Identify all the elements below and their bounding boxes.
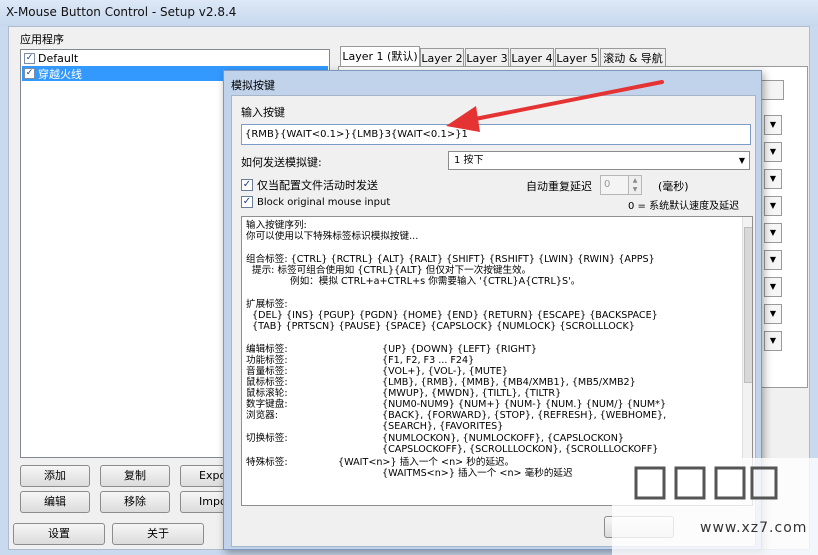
- remove-button[interactable]: 移除: [100, 491, 170, 513]
- add-button[interactable]: 添加: [20, 465, 90, 487]
- help-line: {UP} {DOWN} {LEFT} {RIGHT}: [382, 344, 538, 355]
- tab-layer-1[interactable]: Layer 1 (默认): [340, 46, 420, 68]
- checkbox-icon[interactable]: ✓: [24, 53, 35, 64]
- spinner-arrows-icon[interactable]: ▲ ▼: [628, 175, 642, 195]
- chevron-down-icon[interactable]: ▼: [764, 250, 782, 270]
- tab-scroll-nav[interactable]: 滚动 & 导航: [600, 48, 666, 68]
- only-active-checkbox[interactable]: ✓ 仅当配置文件活动时发送: [241, 177, 378, 193]
- input-keys-label: 输入按键: [241, 106, 285, 119]
- settings-button[interactable]: 设置: [13, 523, 105, 545]
- hidden-button-stub[interactable]: [760, 80, 784, 100]
- help-line: 扩展标签:: [246, 299, 288, 310]
- help-line: {MWUP}, {MWDN}, {TILTL}, {TILTR}: [382, 388, 562, 399]
- chevron-down-icon[interactable]: ▼: [764, 115, 782, 135]
- help-line: 数字键盘:: [246, 399, 288, 410]
- checkbox-icon[interactable]: ✓: [241, 196, 253, 208]
- tab-layer-3[interactable]: Layer 3: [465, 48, 509, 68]
- help-line: {BACK}, {FORWARD}, {STOP}, {REFRESH}, {W…: [382, 410, 667, 421]
- copy-button[interactable]: 复制: [100, 465, 170, 487]
- checkbox-icon[interactable]: ✓: [241, 179, 253, 191]
- help-line: 特殊标签:: [246, 457, 288, 468]
- repeat-delay-label: 自动重复延迟: [526, 180, 592, 193]
- help-line: 功能标签:: [246, 355, 288, 366]
- help-line: {CAPSLOCKOFF}, {SCROLLLOCKON}, {SCROLLLO…: [382, 444, 659, 455]
- send-method-select[interactable]: 1 按下 ▼: [448, 151, 750, 170]
- help-line: 组合标签: {CTRL} {RCTRL} {ALT} {RALT} {SHIFT…: [246, 254, 655, 265]
- chevron-down-icon: ▼: [738, 156, 745, 165]
- help-line: {SEARCH}, {FAVORITES}: [382, 421, 504, 432]
- help-line: {VOL+}, {VOL-}, {MUTE}: [382, 366, 508, 377]
- help-line: {WAIT<n>} 插入一个 <n> 秒的延迟。: [338, 457, 515, 468]
- chevron-down-icon[interactable]: ▼: [764, 331, 782, 351]
- watermark: [612, 458, 818, 555]
- watermark-logo-icon: [634, 466, 778, 500]
- help-line: {NUMLOCKON}, {NUMLOCKOFF}, {CAPSLOCKON}: [382, 433, 625, 444]
- help-line: 切换标签:: [246, 433, 288, 444]
- app-item-label: Default: [38, 52, 79, 65]
- help-line: 浏览器:: [246, 410, 279, 421]
- app-item-default[interactable]: ✓ Default: [22, 51, 328, 66]
- title-bar[interactable]: X-Mouse Button Control - Setup v2.8.4: [0, 0, 818, 26]
- help-line: {NUM0-NUM9} {NUM+} {NUM-} {NUM.} {NUM/} …: [382, 399, 667, 410]
- help-line: 例如：模拟 CTRL+a+CTRL+s 你需要输入 '{CTRL}A{CTRL}…: [290, 276, 581, 287]
- chevron-down-icon[interactable]: ▼: [764, 196, 782, 216]
- chevron-down-icon[interactable]: ▼: [764, 169, 782, 189]
- tab-layer-2[interactable]: Layer 2: [420, 48, 464, 68]
- app-item-label: 穿越火线: [38, 67, 82, 81]
- help-line: 提示: 标签可组合使用如 {CTRL}{ALT} 但仅对下一次按键生效。: [252, 265, 532, 276]
- help-line: {DEL} {INS} {PGUP} {PGDN} {HOME} {END} {…: [252, 310, 658, 321]
- help-line: {WAITMS<n>} 插入一个 <n> 毫秒的延迟: [382, 468, 573, 479]
- annotation-arrow-icon: [446, 80, 664, 132]
- chevron-down-icon[interactable]: ▼: [764, 223, 782, 243]
- arrow-shaft: [468, 80, 664, 122]
- repeat-delay-unit: (毫秒): [658, 180, 689, 193]
- help-line: {F1, F2, F3 ... F24}: [382, 355, 475, 366]
- chevron-down-icon[interactable]: ▼: [764, 304, 782, 324]
- window-title: X-Mouse Button Control - Setup v2.8.4: [6, 5, 237, 19]
- tab-layer-4[interactable]: Layer 4: [510, 48, 554, 68]
- help-line: 输入按键序列:: [246, 220, 307, 231]
- scrollbar-thumb[interactable]: [744, 227, 752, 383]
- help-line: 音量标签:: [246, 366, 288, 377]
- chevron-down-icon[interactable]: ▼: [764, 277, 782, 297]
- help-line: {LMB}, {RMB}, {MMB}, {MB4/XMB1}, {MB5/XM…: [382, 377, 636, 388]
- help-line: {TAB} {PRTSCN} {PAUSE} {SPACE} {CAPSLOCK…: [252, 321, 635, 332]
- about-button[interactable]: 关于: [112, 523, 204, 545]
- send-method-value: 1 按下: [454, 155, 484, 166]
- help-line: 你可以使用以下特殊标签标识模拟按键...: [246, 231, 419, 242]
- block-input-label: Block original mouse input: [257, 196, 391, 208]
- repeat-delay-note: 0 = 系统默认速度及延迟: [628, 201, 740, 212]
- app-group-label: 应用程序: [20, 33, 64, 46]
- checkbox-icon[interactable]: ✓: [24, 68, 35, 79]
- edit-button[interactable]: 编辑: [20, 491, 90, 513]
- watermark-url: www.xz7.com: [700, 520, 808, 536]
- tab-layer-5[interactable]: Layer 5: [555, 48, 599, 68]
- only-active-label: 仅当配置文件活动时发送: [257, 179, 378, 192]
- chevron-down-icon[interactable]: ▼: [764, 142, 782, 162]
- arrow-head: [446, 106, 480, 132]
- send-method-label: 如何发送模拟键:: [241, 156, 322, 169]
- help-line: 编辑标签:: [246, 344, 288, 355]
- block-input-checkbox[interactable]: ✓ Block original mouse input: [241, 196, 390, 208]
- help-line: 鼠标标签:: [246, 377, 288, 388]
- dialog-title: 模拟按键: [231, 79, 275, 92]
- help-line: 鼠标滚轮:: [246, 388, 288, 399]
